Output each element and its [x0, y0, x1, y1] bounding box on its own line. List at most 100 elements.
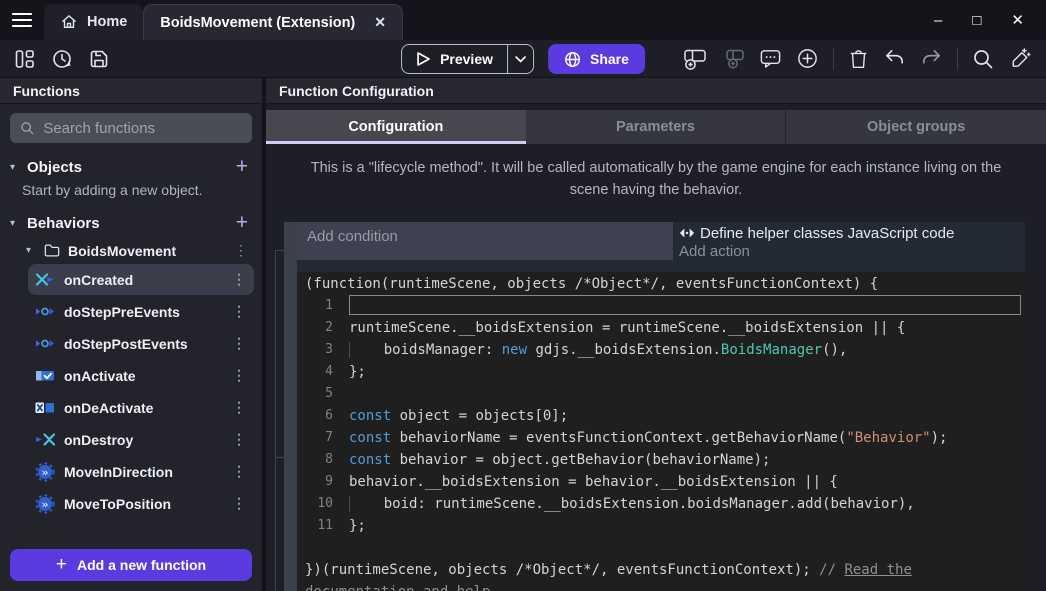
- js-code-icon: [679, 227, 695, 239]
- kebab-menu-icon[interactable]: ⋮: [232, 495, 246, 512]
- version-history-button[interactable]: [51, 48, 73, 70]
- code-line-7[interactable]: 7const behaviorName = eventsFunctionCont…: [297, 427, 1025, 449]
- hamburger-menu-button[interactable]: [0, 0, 44, 40]
- code-token: BoidsManager: [721, 342, 822, 358]
- add-subevent-button[interactable]: [721, 47, 745, 71]
- content: Functions ▾ Objects + Start by adding a …: [0, 78, 1046, 591]
- code-line-6[interactable]: 6const object = objects[0];: [297, 405, 1025, 427]
- behaviors-section-header[interactable]: ▾ Behaviors +: [0, 208, 262, 238]
- sidebar-function-onActivate[interactable]: onActivate⋮: [28, 360, 254, 391]
- minimize-button[interactable]: –: [934, 12, 942, 29]
- code-text: };: [349, 515, 366, 537]
- maximize-button[interactable]: □: [972, 12, 981, 29]
- add-action-cell[interactable]: Add action: [679, 243, 1023, 260]
- code-line-9[interactable]: 9behavior.__boidsExtension = behavior.__…: [297, 471, 1025, 493]
- history-clock-icon: [51, 48, 73, 70]
- code-line-3[interactable]: 3 boidsManager: new gdjs.__boidsExtensio…: [297, 339, 1025, 361]
- gear-icon: »: [35, 462, 55, 482]
- sidebar-function-MoveInDirection[interactable]: »MoveInDirection⋮: [28, 456, 254, 487]
- add-comment-button[interactable]: [759, 47, 782, 70]
- save-button[interactable]: [88, 48, 110, 70]
- kebab-menu-icon[interactable]: ⋮: [234, 242, 248, 259]
- objects-section-header[interactable]: ▾ Objects +: [0, 152, 262, 182]
- sidebar-function-onDestroy[interactable]: onDestroy ⋮: [28, 424, 254, 455]
- code-text: boidsManager: new gdjs.__boidsExtension.…: [349, 339, 847, 361]
- active-line-cursor[interactable]: [349, 295, 1021, 315]
- preview-button[interactable]: Preview: [401, 44, 534, 74]
- share-button[interactable]: Share: [548, 44, 645, 74]
- code-token: };: [349, 518, 366, 534]
- search-functions-input[interactable]: [43, 120, 242, 137]
- add-condition-cell[interactable]: Add condition: [297, 222, 673, 260]
- choose-event-button[interactable]: [796, 47, 819, 70]
- preview-button-main[interactable]: Preview: [402, 45, 507, 73]
- sidebar-function-doStepPreEvents[interactable]: doStepPreEvents⋮: [28, 296, 254, 327]
- code-line-5[interactable]: 5: [297, 383, 1025, 405]
- code-token: const: [349, 452, 391, 468]
- delete-button[interactable]: [848, 48, 869, 70]
- deactivate-icon: [35, 398, 55, 417]
- svg-text:»: »: [41, 497, 48, 510]
- js-event-title-row[interactable]: Define helper classes JavaScript code: [679, 225, 1023, 242]
- documentation-link[interactable]: Read the: [844, 562, 911, 578]
- events-sheet: Add condition Define: [266, 214, 1046, 591]
- kebab-menu-icon[interactable]: ⋮: [232, 303, 246, 320]
- chevron-down-icon[interactable]: ▾: [10, 218, 20, 229]
- chevron-down-icon[interactable]: ▾: [10, 162, 20, 173]
- sidebar-function-onCreated[interactable]: onCreated⋮: [28, 264, 254, 295]
- code-token: [349, 496, 384, 512]
- code-line-10[interactable]: 10 boid: runtimeScene.__boidsExtension.b…: [297, 493, 1025, 515]
- tab-home[interactable]: Home: [44, 4, 143, 40]
- code-line-2[interactable]: 2runtimeScene.__boidsExtension = runtime…: [297, 317, 1025, 339]
- kebab-menu-icon[interactable]: ⋮: [232, 271, 246, 288]
- behavior-folder-row[interactable]: ▾ BoidsMovement ⋮: [0, 238, 262, 263]
- code-line-4[interactable]: 4};: [297, 361, 1025, 383]
- function-label: onDestroy: [64, 432, 133, 448]
- function-label: onDeActivate: [64, 400, 153, 416]
- kebab-menu-icon[interactable]: ⋮: [232, 399, 246, 416]
- project-manager-button[interactable]: [14, 48, 36, 70]
- undo-button[interactable]: [883, 48, 906, 69]
- tab-configuration[interactable]: Configuration: [266, 110, 526, 144]
- kebab-menu-icon[interactable]: ⋮: [232, 367, 246, 384]
- objects-empty-note: Start by adding a new object.: [0, 182, 262, 208]
- add-function-button[interactable]: + Add a new function: [10, 549, 252, 581]
- kebab-menu-icon[interactable]: ⋮: [232, 463, 246, 480]
- kebab-menu-icon[interactable]: ⋮: [232, 431, 246, 448]
- add-behavior-button[interactable]: +: [236, 214, 248, 232]
- chevron-down-icon: [515, 56, 526, 63]
- preview-dropdown-button[interactable]: [507, 45, 533, 73]
- extension-tab-label: BoidsMovement (Extension): [160, 15, 355, 31]
- code-line-8[interactable]: 8const behavior = object.getBehavior(beh…: [297, 449, 1025, 471]
- code-line-1[interactable]: 1: [297, 295, 1025, 317]
- sidebar-function-doStepPostEvents[interactable]: doStepPostEvents⋮: [28, 328, 254, 359]
- close-window-button[interactable]: ✕: [1011, 11, 1024, 29]
- line-number: 11: [297, 515, 349, 537]
- documentation-link[interactable]: documentation and help: [305, 584, 490, 591]
- add-object-button[interactable]: +: [236, 158, 248, 176]
- chevron-down-icon[interactable]: ▾: [26, 245, 36, 256]
- kebab-menu-icon[interactable]: ⋮: [232, 335, 246, 352]
- project-manager-icon: [14, 48, 36, 70]
- sidebar-function-onDeActivate[interactable]: onDeActivate ⋮: [28, 392, 254, 423]
- tab-extension[interactable]: BoidsMovement (Extension) ✕: [143, 4, 403, 40]
- search-field[interactable]: [10, 113, 252, 143]
- sidebar-function-MoveToPosition[interactable]: »MoveToPosition⋮: [28, 488, 254, 519]
- magic-pen-button[interactable]: [1008, 47, 1032, 70]
- search-events-button[interactable]: [972, 48, 994, 70]
- share-label: Share: [590, 51, 629, 67]
- js-event-block: Add condition Define: [284, 222, 1025, 591]
- code-line-11[interactable]: 11};: [297, 515, 1025, 537]
- main-panel: Function Configuration ConfigurationPara…: [262, 78, 1046, 591]
- destroy-icon: [35, 430, 55, 449]
- redo-button[interactable]: [920, 48, 943, 69]
- line-number: 5: [297, 383, 349, 405]
- tab-parameters[interactable]: Parameters: [526, 110, 786, 144]
- code-lines: 12runtimeScene.__boidsExtension = runtim…: [297, 295, 1025, 537]
- close-tab-icon[interactable]: ✕: [374, 14, 386, 31]
- event-drag-handle[interactable]: [284, 222, 297, 591]
- add-event-button[interactable]: [683, 47, 707, 71]
- code-editor[interactable]: (function(runtimeScene, objects /*Object…: [297, 272, 1025, 591]
- event-header: Add condition Define: [297, 222, 1025, 272]
- tab-object-groups[interactable]: Object groups: [785, 110, 1046, 144]
